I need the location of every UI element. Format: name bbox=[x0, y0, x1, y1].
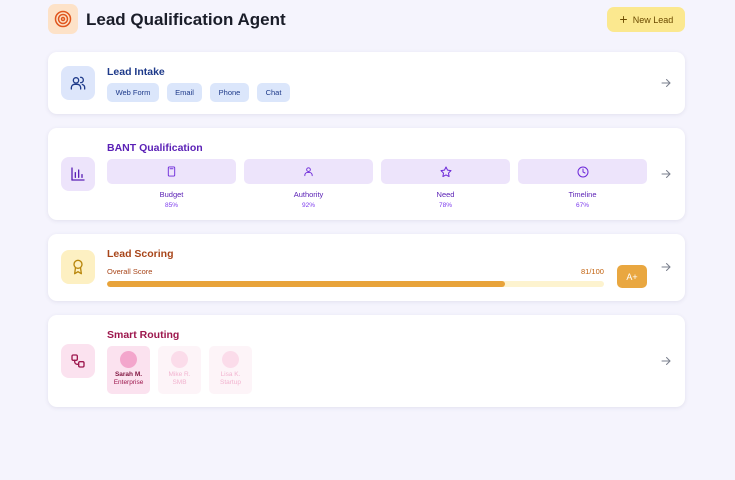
avatar bbox=[222, 351, 239, 368]
lead-scoring-title: Lead Scoring bbox=[107, 248, 174, 260]
overall-score-label: Overall Score bbox=[107, 267, 153, 276]
smart-routing-title: Smart Routing bbox=[107, 329, 180, 341]
plus-icon bbox=[619, 16, 627, 23]
agent-card-lisa[interactable]: Lisa K. Startup bbox=[209, 346, 252, 394]
channel-chip-chat[interactable]: Chat bbox=[257, 83, 290, 102]
route-icon bbox=[61, 344, 95, 378]
bant-percent-budget: 85% bbox=[164, 202, 178, 209]
routing-agents: Sarah M. Enterprise Mike R. SMB Lisa K. … bbox=[107, 346, 252, 394]
agent-name: Lisa K. bbox=[220, 371, 241, 378]
bant-box-authority[interactable] bbox=[244, 159, 373, 184]
arrow-right-icon[interactable] bbox=[660, 77, 672, 89]
bant-label-budget: Budget bbox=[159, 190, 184, 199]
arrow-right-icon[interactable] bbox=[660, 261, 672, 273]
agent-segment: Enterprise bbox=[113, 379, 144, 386]
bar-chart-icon bbox=[61, 157, 95, 191]
bant-box-need[interactable] bbox=[381, 159, 510, 184]
agent-name: Sarah M. bbox=[114, 371, 143, 378]
bant-title: BANT Qualification bbox=[107, 142, 203, 154]
bant-qualification-card[interactable]: BANT Qualification Budget 85% Authority bbox=[48, 128, 685, 220]
agent-segment: Startup bbox=[220, 379, 241, 386]
bant-label-need: Need bbox=[436, 190, 455, 199]
new-lead-button[interactable]: New Lead bbox=[607, 7, 685, 32]
bant-percent-authority: 92% bbox=[301, 202, 315, 209]
overall-score-value: 81/100 bbox=[581, 267, 604, 276]
award-icon bbox=[61, 250, 95, 284]
smart-routing-card[interactable]: Smart Routing Sarah M. Enterprise Mike R… bbox=[48, 315, 685, 407]
agent-name: Mike R. bbox=[168, 371, 191, 378]
bant-item-authority: Authority 92% bbox=[244, 159, 373, 209]
bant-box-timeline[interactable] bbox=[518, 159, 647, 184]
arrow-right-icon[interactable] bbox=[660, 355, 672, 367]
page-title: Lead Qualification Agent bbox=[86, 10, 286, 29]
channel-chip-phone[interactable]: Phone bbox=[210, 83, 249, 102]
bant-label-timeline: Timeline bbox=[568, 190, 597, 199]
avatar bbox=[171, 351, 188, 368]
bant-item-budget: Budget 85% bbox=[107, 159, 236, 209]
lead-scoring-card[interactable]: Lead Scoring Overall Score 81/100 A+ bbox=[48, 234, 685, 301]
header: Lead Qualification Agent New Lead bbox=[48, 4, 685, 36]
agent-card-mike[interactable]: Mike R. SMB bbox=[158, 346, 201, 394]
star-icon bbox=[440, 166, 451, 177]
clock-icon bbox=[577, 166, 588, 177]
bant-box-budget[interactable] bbox=[107, 159, 236, 184]
avatar bbox=[120, 351, 137, 368]
calculator-icon bbox=[167, 166, 176, 177]
lead-intake-title: Lead Intake bbox=[107, 66, 165, 78]
intake-channels: Web Form Email Phone Chat bbox=[107, 83, 290, 102]
score-progress-fill bbox=[107, 281, 505, 287]
bant-item-timeline: Timeline 67% bbox=[518, 159, 647, 209]
lead-intake-card[interactable]: Lead Intake Web Form Email Phone Chat bbox=[48, 52, 685, 114]
bant-criteria: Budget 85% Authority 92% Need 78% Timeli… bbox=[107, 159, 647, 209]
target-icon bbox=[48, 4, 78, 34]
score-progress-bar bbox=[107, 281, 604, 287]
new-lead-label: New Lead bbox=[632, 14, 674, 25]
bant-item-need: Need 78% bbox=[381, 159, 510, 209]
arrow-right-icon[interactable] bbox=[660, 168, 672, 180]
channel-chip-web-form[interactable]: Web Form bbox=[107, 83, 159, 102]
channel-chip-email[interactable]: Email bbox=[167, 83, 202, 102]
bant-label-authority: Authority bbox=[293, 190, 324, 199]
grade-badge[interactable]: A+ bbox=[617, 265, 647, 288]
bant-percent-timeline: 67% bbox=[575, 202, 589, 209]
users-icon bbox=[61, 66, 95, 100]
user-icon bbox=[304, 167, 313, 177]
agent-segment: SMB bbox=[172, 379, 187, 386]
bant-percent-need: 78% bbox=[438, 202, 452, 209]
agent-card-sarah[interactable]: Sarah M. Enterprise bbox=[107, 346, 150, 394]
